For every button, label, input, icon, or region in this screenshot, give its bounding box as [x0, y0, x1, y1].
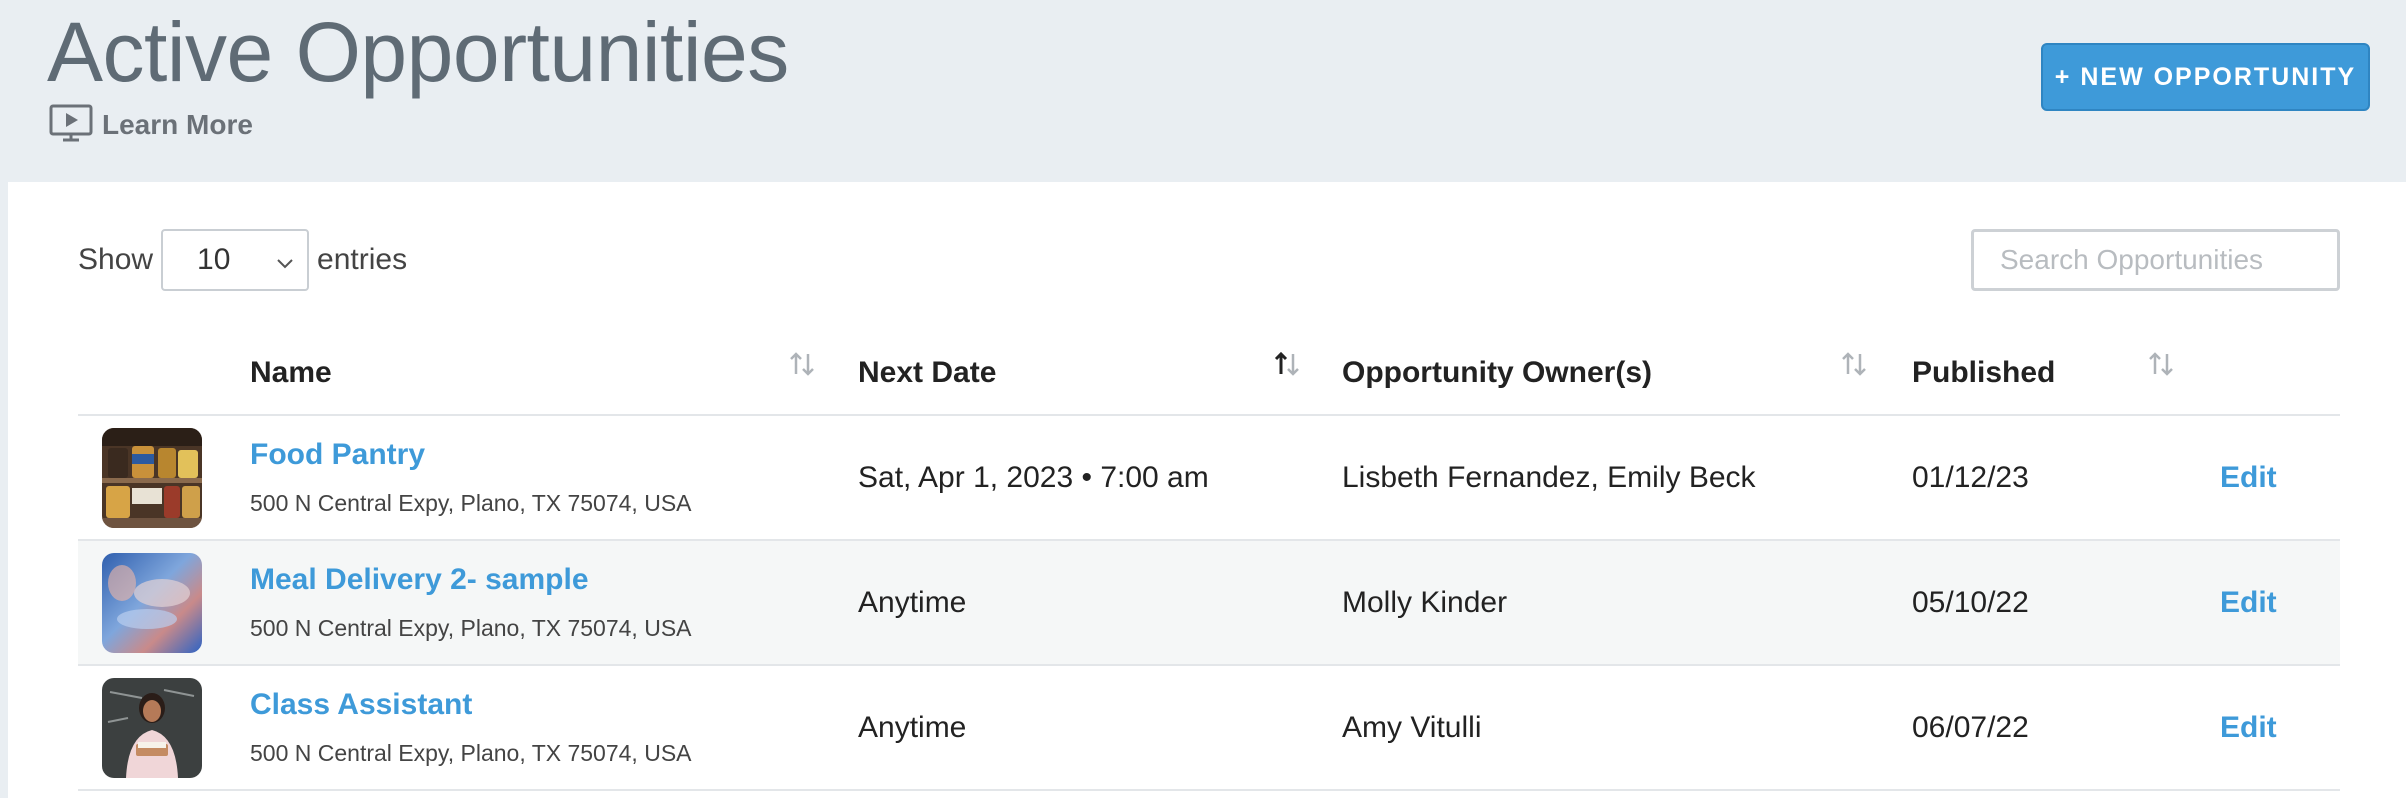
table-row: Class Assistant 500 N Central Expy, Plan…	[78, 666, 2340, 791]
column-header-owners[interactable]: Opportunity Owner(s)	[1342, 330, 1652, 416]
opportunity-name-link[interactable]: Class Assistant	[250, 688, 472, 722]
entries-label: entries	[317, 243, 408, 276]
class-assistant-thumbnail	[102, 678, 202, 778]
page-header: Active Opportunities Learn More + NEW OP…	[0, 0, 2406, 182]
sort-ascending-icon[interactable]	[1273, 350, 1301, 383]
next-date-cell: Anytime	[858, 585, 967, 619]
next-date-cell: Sat, Apr 1, 2023 • 7:00 am	[858, 460, 1209, 494]
chevron-down-icon	[275, 245, 295, 279]
page-title: Active Opportunities	[47, 5, 789, 99]
table-row: Meal Delivery 2- sample 500 N Central Ex…	[78, 541, 2340, 666]
entries-length-control: Show 10 entries	[78, 229, 407, 291]
table-header: Name Next Date Opportunity Owner(s) Publ…	[78, 330, 2340, 416]
search-input[interactable]	[1971, 229, 2340, 291]
entries-select[interactable]: 10	[161, 229, 310, 291]
column-header-published[interactable]: Published	[1912, 330, 2055, 416]
sort-arrows-icon[interactable]	[788, 350, 816, 383]
meal-delivery-thumbnail	[102, 553, 202, 653]
edit-link[interactable]: Edit	[2220, 416, 2277, 539]
opportunity-address: 500 N Central Expy, Plano, TX 75074, USA	[250, 740, 692, 766]
opportunity-address: 500 N Central Expy, Plano, TX 75074, USA	[250, 490, 692, 516]
sort-arrows-icon[interactable]	[1840, 350, 1868, 383]
sort-arrows-icon[interactable]	[2147, 350, 2175, 383]
food-pantry-thumbnail	[102, 428, 202, 528]
owners-cell: Molly Kinder	[1342, 585, 1508, 619]
owners-cell: Amy Vitulli	[1342, 710, 1482, 744]
opportunity-name-link[interactable]: Food Pantry	[250, 438, 425, 472]
edit-link[interactable]: Edit	[2220, 541, 2277, 664]
next-date-cell: Anytime	[858, 710, 967, 744]
opportunity-address: 500 N Central Expy, Plano, TX 75074, USA	[250, 615, 692, 641]
new-opportunity-button[interactable]: + NEW OPPORTUNITY	[2041, 43, 2370, 111]
published-cell: 01/12/23	[1912, 460, 2029, 494]
learn-more-link[interactable]: Learn More	[48, 104, 253, 146]
published-cell: 05/10/22	[1912, 585, 2029, 619]
owners-cell: Lisbeth Fernandez, Emily Beck	[1342, 460, 1756, 494]
learn-more-label: Learn More	[102, 109, 253, 140]
column-header-name[interactable]: Name	[250, 330, 332, 416]
table-row: Food Pantry 500 N Central Expy, Plano, T…	[78, 416, 2340, 541]
edit-link[interactable]: Edit	[2220, 666, 2277, 789]
opportunities-table: Name Next Date Opportunity Owner(s) Publ…	[78, 330, 2340, 791]
published-cell: 06/07/22	[1912, 710, 2029, 744]
video-play-icon	[48, 103, 94, 148]
entries-select-value: 10	[197, 243, 231, 276]
column-header-next-date[interactable]: Next Date	[858, 330, 996, 416]
show-label: Show	[78, 243, 154, 276]
opportunity-name-link[interactable]: Meal Delivery 2- sample	[250, 563, 589, 597]
